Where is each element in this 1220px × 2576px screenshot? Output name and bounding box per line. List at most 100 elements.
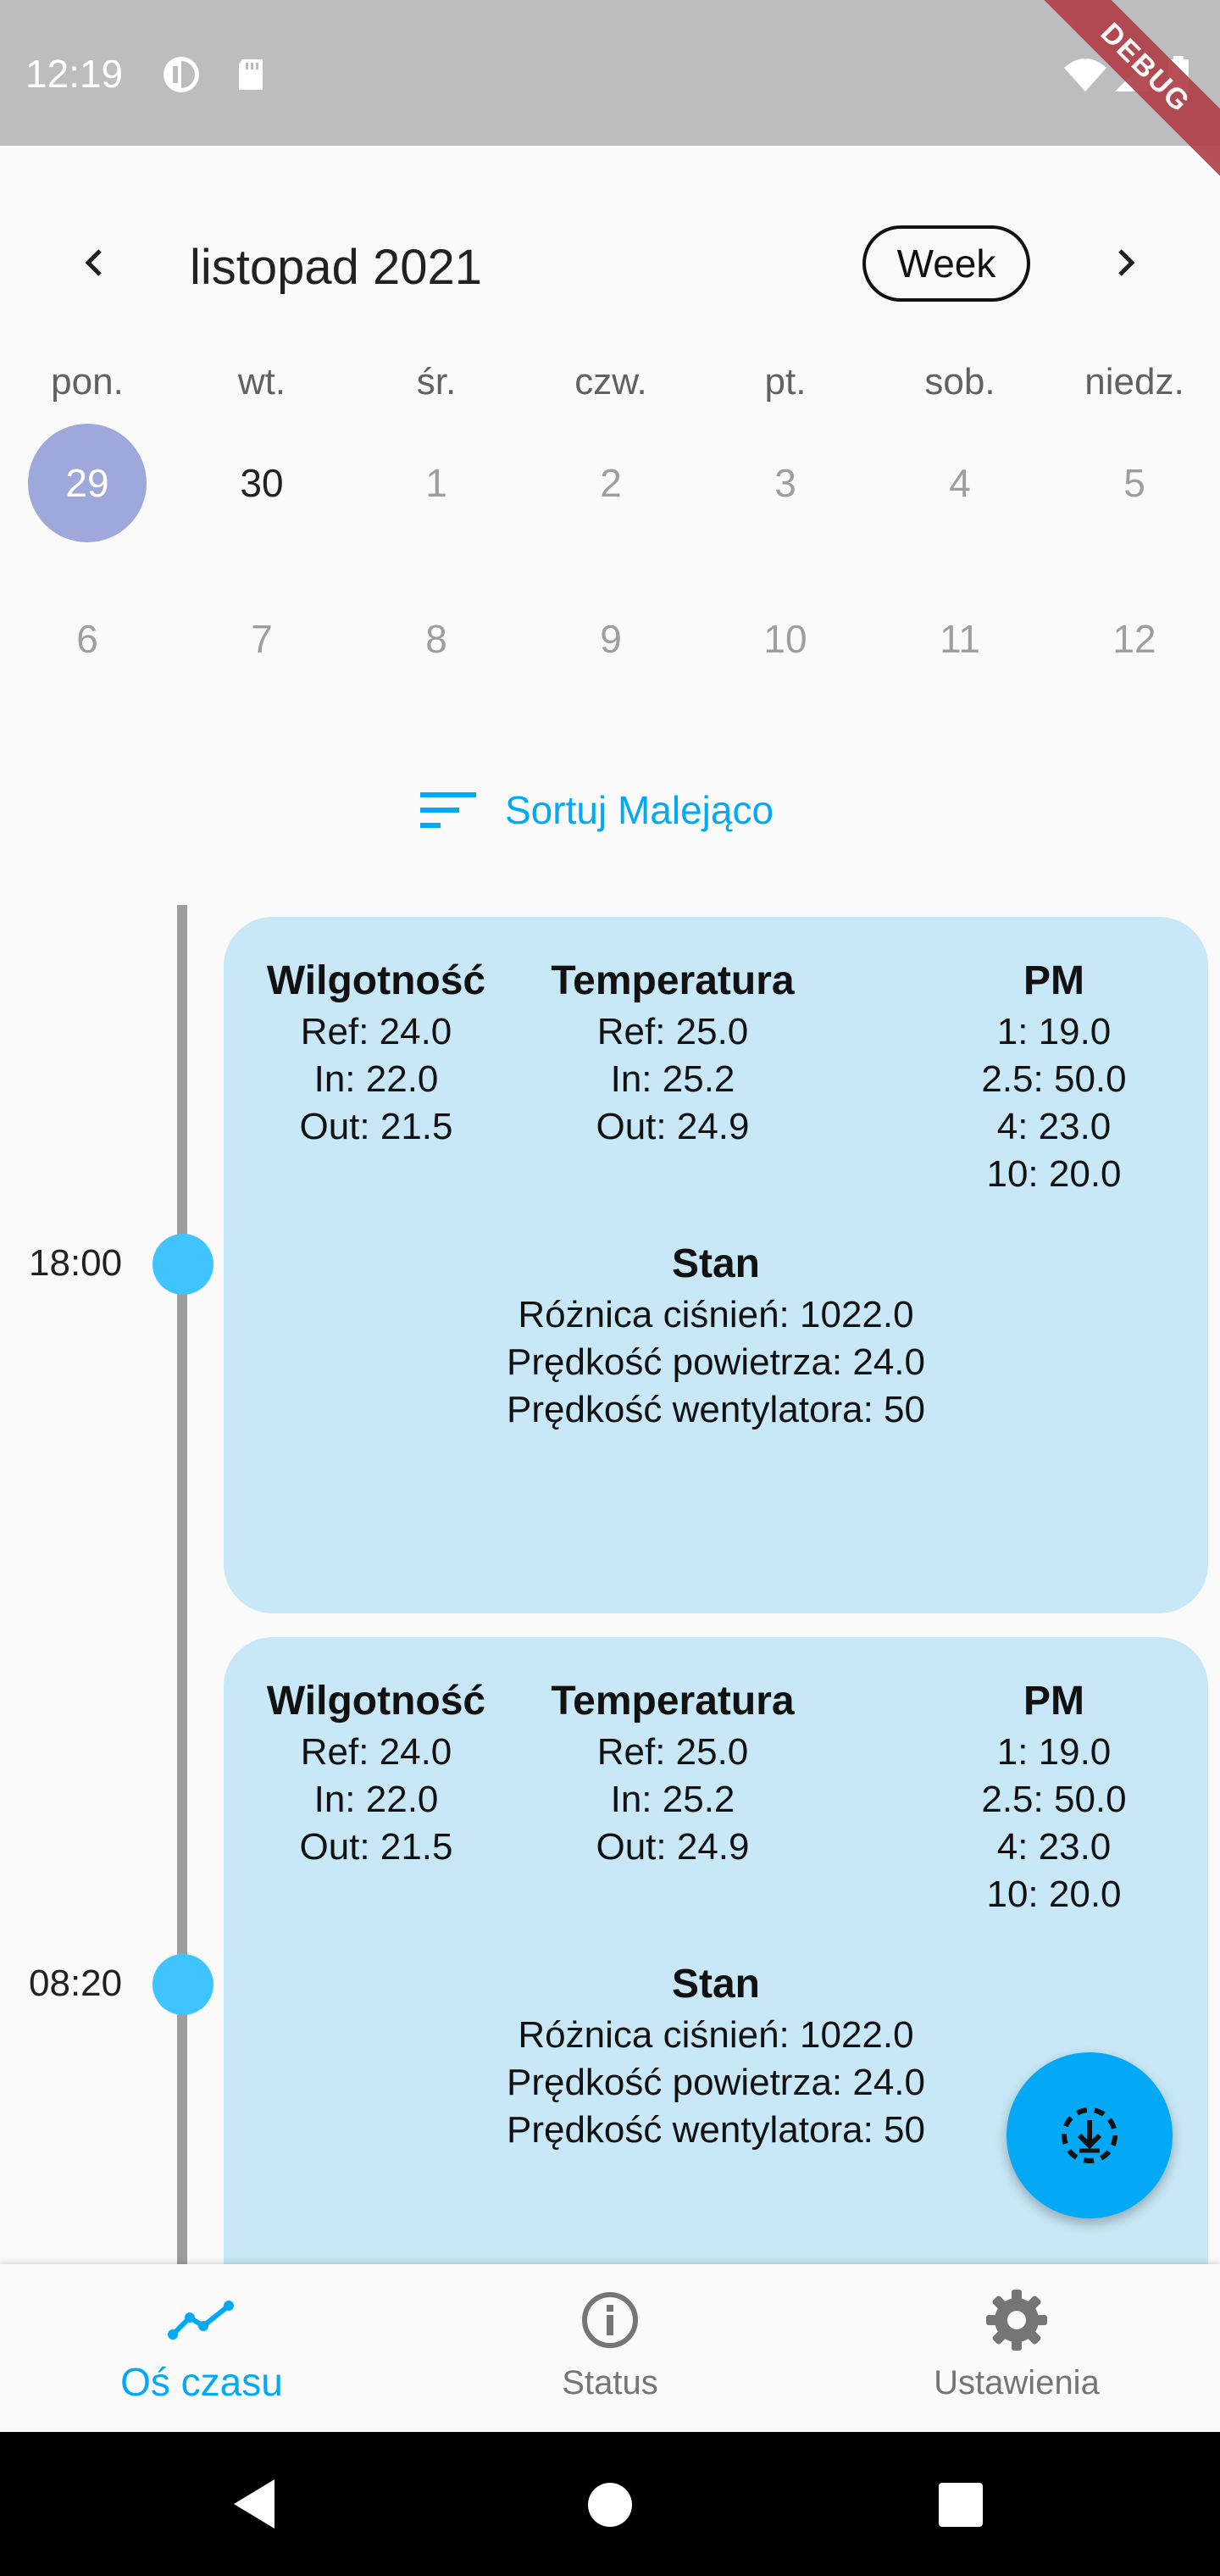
fan-speed: Prędkość wentylatora: 50: [506, 1389, 926, 1430]
weekday-label: niedz.: [1084, 361, 1184, 402]
pm-column: PM 1: 19.0 2.5: 50.0 4: 23.0 10: 20.0: [918, 1674, 1190, 1918]
calendar-day[interactable]: 2: [552, 424, 670, 542]
status-bar: 12:19 DEBUG: [0, 0, 1220, 187]
nav-settings[interactable]: Ustawienia: [847, 2286, 1186, 2402]
sd-card-icon: [239, 59, 263, 90]
humidity-ref: Ref: 24.0: [300, 1731, 452, 1773]
humidity-column: Wilgotność Ref: 24.0 In: 22.0 Out: 21.5: [249, 954, 503, 1151]
download-fab-button[interactable]: [1006, 2052, 1173, 2218]
humidity-in: In: 22.0: [313, 1058, 439, 1100]
pm4-value: 4: 23.0: [996, 1826, 1112, 1868]
nav-timeline[interactable]: Oś czasu: [32, 2286, 371, 2405]
pm-title: PM: [1023, 958, 1084, 1003]
temperature-column: Temperatura Ref: 25.0 In: 25.2 Out: 24.9: [537, 1674, 808, 1871]
weekday-label: wt.: [237, 361, 286, 402]
pm1-value: 1: 19.0: [996, 1011, 1112, 1052]
state-title: Stan: [671, 1962, 760, 2007]
previous-month-button[interactable]: [63, 230, 127, 295]
calendar-day[interactable]: 6: [28, 580, 147, 698]
humidity-in: In: 22.0: [313, 1779, 439, 1820]
calendar-day[interactable]: 5: [1075, 424, 1194, 542]
temperature-ref: Ref: 25.0: [596, 1011, 749, 1052]
recents-icon[interactable]: [937, 2481, 984, 2529]
temperature-ref: Ref: 25.0: [596, 1731, 749, 1773]
calendar-day[interactable]: 7: [202, 580, 321, 698]
pm-title: PM: [1023, 1679, 1084, 1724]
month-title: listopad 2021: [190, 240, 483, 295]
calendar-day[interactable]: 12: [1075, 580, 1194, 698]
calendar-day[interactable]: 4: [901, 424, 1019, 542]
pm25-value: 2.5: 50.0: [981, 1779, 1127, 1820]
entry-time: 08:20: [29, 1963, 123, 2004]
pm10-value: 10: 20.0: [986, 1874, 1122, 1915]
temperature-column: Temperatura Ref: 25.0 In: 25.2 Out: 24.9: [537, 954, 808, 1151]
calendar-day[interactable]: 30: [202, 424, 321, 542]
gear-icon: [986, 2290, 1047, 2351]
pressure-difference: Różnica ciśnień: 1022.0: [518, 2014, 914, 2056]
state-title: Stan: [671, 1241, 760, 1286]
bottom-navigation: Oś czasu Status Ustawienia: [0, 2264, 1220, 2432]
nav-label: Ustawienia: [934, 2364, 1100, 2401]
nav-label: Oś czasu: [120, 2360, 283, 2404]
state-section: Stan Różnica ciśnień: 1022.0 Prędkość po…: [224, 1237, 1208, 1434]
air-speed: Prędkość powietrza: 24.0: [506, 1341, 926, 1383]
humidity-column: Wilgotność Ref: 24.0 In: 22.0 Out: 21.5: [249, 1674, 503, 1871]
system-navigation-bar: [0, 2432, 1220, 2576]
debug-label: DEBUG: [1026, 0, 1220, 187]
pm10-value: 10: 20.0: [986, 1153, 1122, 1195]
weekday-label: pt.: [764, 361, 807, 402]
calendar-day[interactable]: 1: [377, 424, 496, 542]
timeline-dot: [152, 1234, 214, 1295]
calendar-format-button[interactable]: Week: [862, 225, 1030, 302]
calendar-week-row: 29 30 1 2 3 4 5: [0, 424, 1220, 542]
temperature-out: Out: 24.9: [596, 1106, 750, 1147]
back-icon[interactable]: [229, 2476, 280, 2532]
next-month-button[interactable]: [1093, 230, 1157, 295]
calendar-day-selected[interactable]: 29: [28, 424, 147, 542]
temperature-title: Temperatura: [551, 958, 795, 1003]
download-circle-icon: [1062, 2107, 1117, 2163]
pm-column: PM 1: 19.0 2.5: 50.0 4: 23.0 10: 20.0: [918, 954, 1190, 1198]
data-saver-icon: [164, 57, 199, 92]
timeline-dot: [152, 1954, 214, 2015]
humidity-out: Out: 21.5: [299, 1106, 453, 1147]
calendar-day[interactable]: 9: [552, 580, 670, 698]
calendar-week-row: 6 7 8 9 10 11 12: [0, 580, 1220, 698]
pm25-value: 2.5: 50.0: [981, 1058, 1127, 1100]
pm1-value: 1: 19.0: [996, 1731, 1112, 1773]
debug-ribbon: DEBUG: [1017, 0, 1220, 203]
weekday-label: sob.: [924, 361, 995, 402]
weekday-label: śr.: [416, 361, 457, 402]
weekday-label: pon.: [51, 361, 124, 402]
weekday-header: pon. wt. śr. czw. pt. sob. niedz.: [0, 361, 1220, 412]
entry-time: 18:00: [29, 1242, 123, 1284]
temperature-in: In: 25.2: [610, 1058, 735, 1100]
pm4-value: 4: 23.0: [996, 1106, 1112, 1147]
timeline-line: [177, 905, 187, 2278]
weekday-label: czw.: [574, 361, 647, 402]
humidity-title: Wilgotność: [266, 1679, 486, 1724]
humidity-out: Out: 21.5: [299, 1826, 453, 1868]
sort-icon: [420, 792, 476, 828]
measurement-card[interactable]: Wilgotność Ref: 24.0 In: 22.0 Out: 21.5 …: [224, 917, 1208, 1613]
sort-descending-button[interactable]: Sortuj Malejąco: [420, 780, 774, 841]
pressure-difference: Różnica ciśnień: 1022.0: [518, 1294, 914, 1335]
timeline-icon: [168, 2301, 234, 2340]
calendar-day[interactable]: 10: [726, 580, 845, 698]
temperature-out: Out: 24.9: [596, 1826, 750, 1868]
calendar-day[interactable]: 11: [901, 580, 1019, 698]
humidity-ref: Ref: 24.0: [300, 1011, 452, 1052]
chevron-right-icon: [1118, 249, 1135, 276]
nav-label: Status: [562, 2364, 658, 2401]
info-icon: [582, 2292, 638, 2348]
temperature-in: In: 25.2: [610, 1779, 735, 1820]
status-time: 12:19: [25, 52, 124, 96]
calendar-day[interactable]: 8: [377, 580, 496, 698]
home-icon[interactable]: [586, 2481, 634, 2529]
sort-label: Sortuj Malejąco: [505, 788, 774, 832]
chevron-left-icon: [85, 249, 102, 276]
calendar-header: listopad 2021 Week: [0, 212, 1220, 314]
calendar-day[interactable]: 3: [726, 424, 845, 542]
nav-status[interactable]: Status: [441, 2286, 779, 2402]
humidity-title: Wilgotność: [266, 958, 486, 1003]
